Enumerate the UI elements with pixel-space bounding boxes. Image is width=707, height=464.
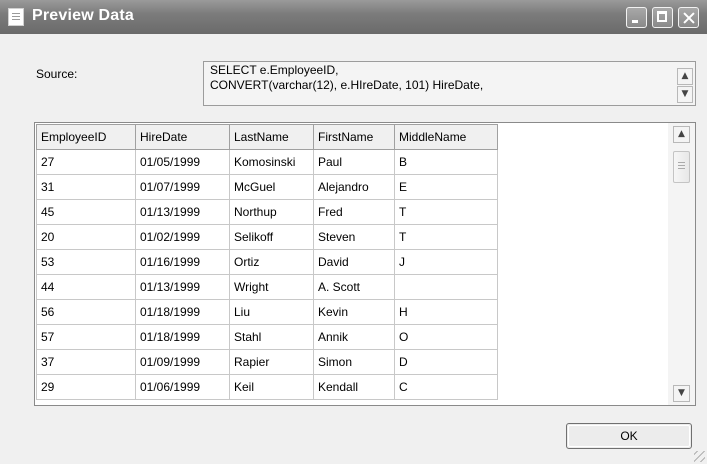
ok-button[interactable]: OK	[566, 423, 692, 449]
results-table: EmployeeID HireDate LastName FirstName M…	[36, 124, 498, 400]
scroll-down-icon[interactable]: ▼	[677, 86, 693, 103]
table-cell[interactable]: D	[394, 349, 498, 375]
table-cell[interactable]: David	[313, 249, 395, 275]
table-cell[interactable]: Paul	[313, 149, 395, 175]
resize-grip-icon[interactable]	[694, 451, 705, 462]
table-cell[interactable]: C	[394, 374, 498, 400]
table-cell[interactable]: Selikoff	[229, 224, 314, 250]
table-cell[interactable]: Ortiz	[229, 249, 314, 275]
source-query-line2: CONVERT(varchar(12), e.HIreDate, 101) Hi…	[210, 78, 484, 92]
column-header-lastname[interactable]: LastName	[229, 124, 314, 150]
table-cell[interactable]: 01/05/1999	[135, 149, 230, 175]
table-cell[interactable]: Steven	[313, 224, 395, 250]
table-cell[interactable]: Simon	[313, 349, 395, 375]
scroll-thumb[interactable]	[673, 151, 690, 183]
table-cell[interactable]: 01/13/1999	[135, 199, 230, 225]
maximize-button[interactable]	[652, 7, 673, 28]
table-cell[interactable]: 01/07/1999	[135, 174, 230, 200]
table-cell[interactable]: T	[394, 199, 498, 225]
table-row[interactable]: 37 01/09/1999 Rapier Simon D	[36, 349, 498, 375]
table-cell[interactable]: 01/02/1999	[135, 224, 230, 250]
table-cell[interactable]: 27	[36, 149, 136, 175]
column-header-hiredate[interactable]: HireDate	[135, 124, 230, 150]
title-bar[interactable]: Preview Data	[0, 0, 707, 34]
table-cell[interactable]: J	[394, 249, 498, 275]
minimize-button[interactable]	[626, 7, 647, 28]
table-cell[interactable]: 01/06/1999	[135, 374, 230, 400]
table-row[interactable]: 27 01/05/1999 Komosinski Paul B	[36, 149, 498, 175]
table-cell[interactable]: Annik	[313, 324, 395, 350]
table-cell[interactable]: 57	[36, 324, 136, 350]
table-cell[interactable]: Northup	[229, 199, 314, 225]
table-cell[interactable]: 31	[36, 174, 136, 200]
table-cell[interactable]: 01/18/1999	[135, 324, 230, 350]
table-row[interactable]: 56 01/18/1999 Liu Kevin H	[36, 299, 498, 325]
table-cell[interactable]: B	[394, 149, 498, 175]
table-row[interactable]: 44 01/13/1999 Wright A. Scott	[36, 274, 498, 300]
table-cell[interactable]: 56	[36, 299, 136, 325]
table-cell[interactable]: Kevin	[313, 299, 395, 325]
document-icon	[8, 8, 24, 26]
scroll-down-icon[interactable]: ▼	[673, 385, 690, 402]
column-header-firstname[interactable]: FirstName	[313, 124, 395, 150]
scroll-up-icon[interactable]: ▲	[677, 68, 693, 85]
header-row: EmployeeID HireDate LastName FirstName M…	[36, 124, 498, 150]
table-cell[interactable]: Kendall	[313, 374, 395, 400]
column-header-employeeid[interactable]: EmployeeID	[36, 124, 136, 150]
data-grid[interactable]: EmployeeID HireDate LastName FirstName M…	[34, 122, 696, 406]
preview-data-dialog: Preview Data Source: SELECT e.EmployeeID…	[0, 0, 707, 464]
table-row[interactable]: 29 01/06/1999 Keil Kendall C	[36, 374, 498, 400]
table-cell[interactable]: Keil	[229, 374, 314, 400]
table-cell[interactable]: H	[394, 299, 498, 325]
table-cell[interactable]: 01/18/1999	[135, 299, 230, 325]
table-cell[interactable]: 45	[36, 199, 136, 225]
source-query-box[interactable]: SELECT e.EmployeeID, CONVERT(varchar(12)…	[203, 61, 696, 106]
table-cell[interactable]	[394, 274, 498, 300]
table-cell[interactable]: Komosinski	[229, 149, 314, 175]
window-title: Preview Data	[32, 7, 135, 24]
scroll-up-icon[interactable]: ▲	[673, 126, 690, 143]
table-cell[interactable]: 29	[36, 374, 136, 400]
table-cell[interactable]: Liu	[229, 299, 314, 325]
vertical-scrollbar[interactable]: ▲ ▼	[668, 123, 695, 405]
close-button[interactable]	[678, 7, 699, 28]
source-label: Source:	[36, 67, 78, 81]
table-cell[interactable]: Wright	[229, 274, 314, 300]
table-row[interactable]: 45 01/13/1999 Northup Fred T	[36, 199, 498, 225]
table-cell[interactable]: 01/09/1999	[135, 349, 230, 375]
table-cell[interactable]: 01/16/1999	[135, 249, 230, 275]
table-cell[interactable]: Alejandro	[313, 174, 395, 200]
table-row[interactable]: 20 01/02/1999 Selikoff Steven T	[36, 224, 498, 250]
table-cell[interactable]: McGuel	[229, 174, 314, 200]
table-cell[interactable]: 01/13/1999	[135, 274, 230, 300]
table-cell[interactable]: T	[394, 224, 498, 250]
table-cell[interactable]: Rapier	[229, 349, 314, 375]
table-cell[interactable]: O	[394, 324, 498, 350]
table-cell[interactable]: 20	[36, 224, 136, 250]
table-cell[interactable]: 37	[36, 349, 136, 375]
column-header-middlename[interactable]: MiddleName	[394, 124, 498, 150]
table-cell[interactable]: 53	[36, 249, 136, 275]
table-cell[interactable]: E	[394, 174, 498, 200]
table-cell[interactable]: Stahl	[229, 324, 314, 350]
table-row[interactable]: 57 01/18/1999 Stahl Annik O	[36, 324, 498, 350]
table-row[interactable]: 31 01/07/1999 McGuel Alejandro E	[36, 174, 498, 200]
source-query-line1: SELECT e.EmployeeID,	[210, 63, 339, 77]
table-row[interactable]: 53 01/16/1999 Ortiz David J	[36, 249, 498, 275]
table-cell[interactable]: 44	[36, 274, 136, 300]
table-cell[interactable]: Fred	[313, 199, 395, 225]
table-cell[interactable]: A. Scott	[313, 274, 395, 300]
